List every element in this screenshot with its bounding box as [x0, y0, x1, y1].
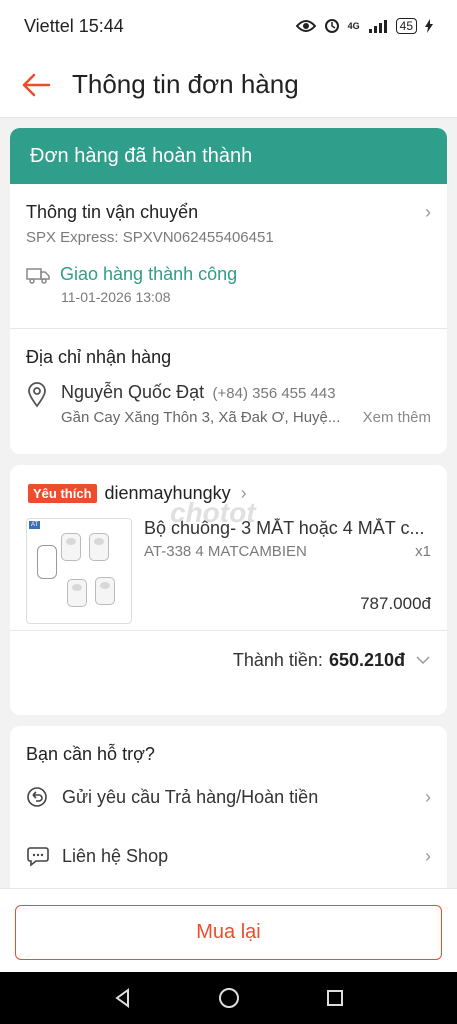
support-item-label: Liên hệ Shop — [62, 845, 169, 866]
alarm-icon — [324, 19, 339, 33]
network-label: 4G — [347, 21, 360, 31]
address-title: Địa chỉ nhận hàng — [26, 347, 172, 367]
delivery-status: Giao hàng thành công — [60, 264, 238, 284]
eye-icon — [295, 20, 316, 32]
app-header: Thông tin đơn hàng — [0, 52, 457, 118]
system-nav-bar — [0, 972, 457, 1024]
carrier-time: Viettel 15:44 — [24, 15, 124, 36]
delivery-datetime: 11-01-2026 13:08 — [61, 289, 171, 305]
chevron-down-icon — [416, 656, 430, 665]
chevron-right-icon: › — [425, 786, 431, 807]
battery-level: 45 — [395, 18, 417, 34]
nav-recents-icon[interactable] — [325, 988, 345, 1008]
nav-home-icon[interactable] — [217, 986, 241, 1010]
order-info-card: Đơn hàng đã hoàn thành Thông tin vận chu… — [10, 128, 447, 454]
address-line: Gần Cay Xăng Thôn 3, Xã Đak Ơ, Huyệ... — [61, 409, 341, 426]
total-label: Thành tiền: — [232, 649, 323, 670]
nav-back-icon[interactable] — [112, 987, 134, 1009]
return-icon — [27, 787, 47, 807]
product-thumbnail: AT — [26, 518, 132, 624]
sensor-image — [89, 533, 109, 561]
support-card: Bạn cần hỗ trợ? Gửi yêu cầu Trả hàng/Hoà… — [10, 726, 447, 896]
support-item-label: Gửi yêu cầu Trả hàng/Hoàn tiền — [62, 786, 319, 807]
recipient-phone: (+84) 356 455 443 — [212, 385, 336, 402]
favorite-tag: Yêu thích — [28, 484, 97, 503]
product-quantity: x1 — [415, 543, 431, 560]
buy-again-button[interactable]: Mua lại — [15, 905, 442, 960]
support-title: Bạn cần hỗ trợ? — [26, 744, 155, 764]
total-row[interactable]: Thành tiền: 650.210đ — [10, 631, 447, 689]
watermark: chotot — [170, 497, 256, 528]
status-bar: Viettel 15:44 4G 45 — [0, 0, 457, 52]
charging-icon — [425, 19, 433, 33]
status-icons: 4G 45 — [295, 18, 433, 34]
back-button[interactable] — [0, 52, 72, 118]
shipping-section[interactable]: Thông tin vận chuyển › SPX Express: SPXV… — [10, 184, 447, 328]
chat-icon — [27, 847, 49, 867]
product-price: 787.000đ — [360, 594, 431, 613]
recipient-name: Nguyễn Quốc Đạt — [61, 382, 205, 402]
signal-icon — [368, 20, 387, 33]
support-item-contact[interactable]: Liên hệ Shop › — [10, 825, 447, 887]
support-item-return[interactable]: Gửi yêu cầu Trả hàng/Hoàn tiền › — [10, 769, 447, 825]
brand-mark: AT — [29, 521, 41, 529]
address-section: Địa chỉ nhận hàng Nguyễn Quốc Đạt (+84) … — [10, 329, 447, 426]
total-value: 650.210đ — [328, 649, 405, 670]
see-more-link[interactable]: Xem thêm — [363, 409, 431, 426]
shipping-title: Thông tin vận chuyển — [26, 202, 199, 222]
page-title: Thông tin đơn hàng — [72, 69, 299, 99]
product-card: Yêu thích dienmayhungky › chotot AT Bộ c… — [10, 465, 447, 715]
product-variant: AT-338 4 MATCAMBIEN — [144, 543, 307, 560]
truck-icon — [26, 267, 50, 284]
sensor-image — [61, 533, 81, 561]
order-status-banner: Đơn hàng đã hoàn thành — [10, 128, 447, 184]
remote-image — [37, 545, 57, 579]
tracking-number: SPX Express: SPXVN062455406451 — [26, 229, 274, 246]
sensor-image — [67, 579, 87, 607]
chevron-right-icon: › — [425, 845, 431, 866]
chevron-right-icon: › — [425, 202, 431, 222]
arrow-left-icon — [22, 73, 51, 96]
bottom-action-bar: Mua lại — [0, 888, 457, 972]
location-pin-icon — [28, 382, 46, 408]
sensor-image — [95, 577, 115, 605]
